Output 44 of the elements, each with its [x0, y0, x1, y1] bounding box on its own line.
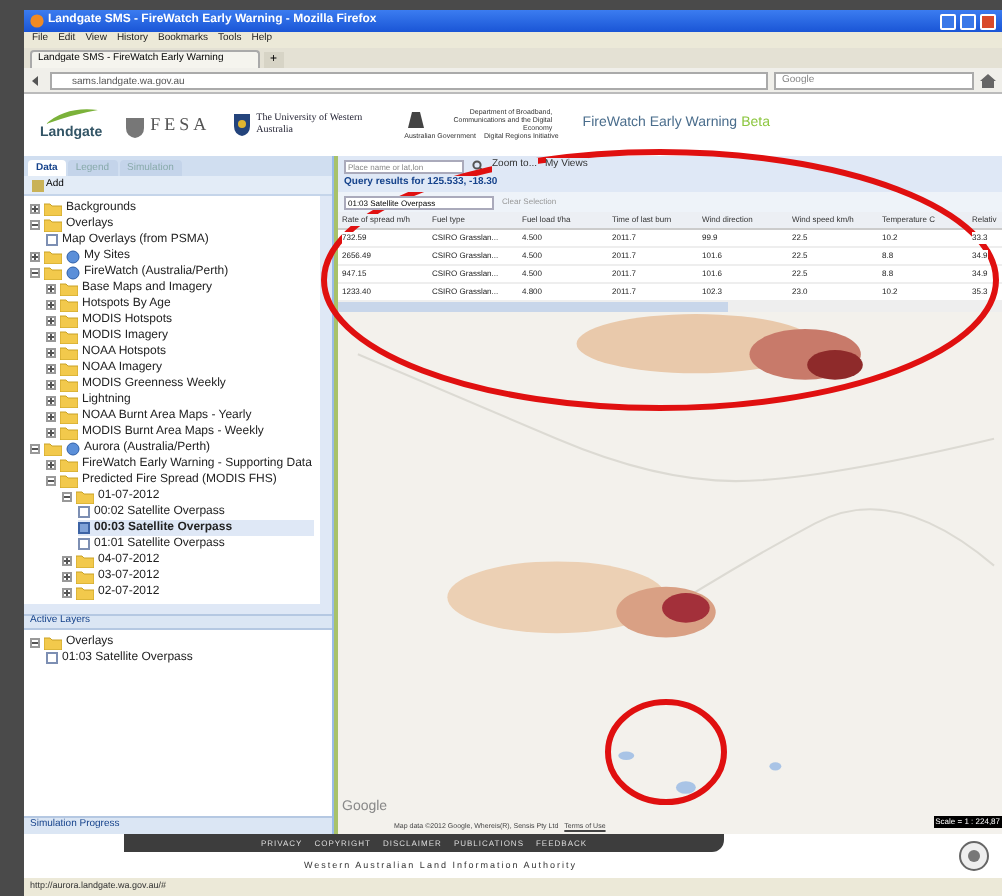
- collapse-icon[interactable]: [46, 475, 56, 485]
- back-icon[interactable]: [30, 73, 44, 87]
- expand-icon[interactable]: [62, 555, 72, 565]
- globe-icon: [66, 441, 80, 455]
- collapse-icon[interactable]: [62, 491, 72, 501]
- checkbox[interactable]: [78, 538, 90, 550]
- expand-icon[interactable]: [46, 395, 56, 405]
- folder-icon: [44, 635, 62, 649]
- expand-icon[interactable]: [46, 347, 56, 357]
- collapse-icon[interactable]: [30, 219, 40, 229]
- scrollbar-thumb[interactable]: [338, 302, 728, 312]
- expand-icon[interactable]: [46, 299, 56, 309]
- collapse-icon[interactable]: [30, 443, 40, 453]
- minimize-button[interactable]: [940, 13, 956, 29]
- checkbox[interactable]: [46, 652, 58, 664]
- fesa-logo-text: FESA: [150, 111, 211, 138]
- expand-icon[interactable]: [46, 363, 56, 373]
- leaf-logo-icon: [45, 105, 98, 124]
- shield-icon: [234, 114, 251, 136]
- search-icon[interactable]: [472, 160, 484, 172]
- crest-icon: [126, 113, 145, 137]
- checkbox[interactable]: [78, 506, 90, 518]
- expand-icon[interactable]: [30, 203, 40, 213]
- expand-icon[interactable]: [46, 315, 56, 325]
- add-layer-icon: [32, 179, 44, 191]
- expand-icon[interactable]: [46, 427, 56, 437]
- expand-icon[interactable]: [46, 331, 56, 341]
- seal-icon: [958, 840, 990, 872]
- maximize-button[interactable]: [960, 13, 976, 29]
- highlight-ellipse: [605, 699, 727, 805]
- expand-icon[interactable]: [62, 571, 72, 581]
- close-button[interactable]: [980, 13, 996, 29]
- checkbox[interactable]: [46, 234, 58, 246]
- expand-icon[interactable]: [30, 251, 40, 261]
- expand-icon[interactable]: [62, 587, 72, 597]
- home-icon[interactable]: [980, 73, 996, 87]
- expand-icon[interactable]: [46, 283, 56, 293]
- expand-icon[interactable]: [46, 379, 56, 389]
- expand-icon[interactable]: [46, 411, 56, 421]
- expand-icon[interactable]: [46, 459, 56, 469]
- collapse-icon[interactable]: [30, 637, 40, 647]
- firefox-icon: [30, 14, 44, 28]
- checkbox[interactable]: [78, 522, 90, 534]
- collapse-icon[interactable]: [30, 267, 40, 277]
